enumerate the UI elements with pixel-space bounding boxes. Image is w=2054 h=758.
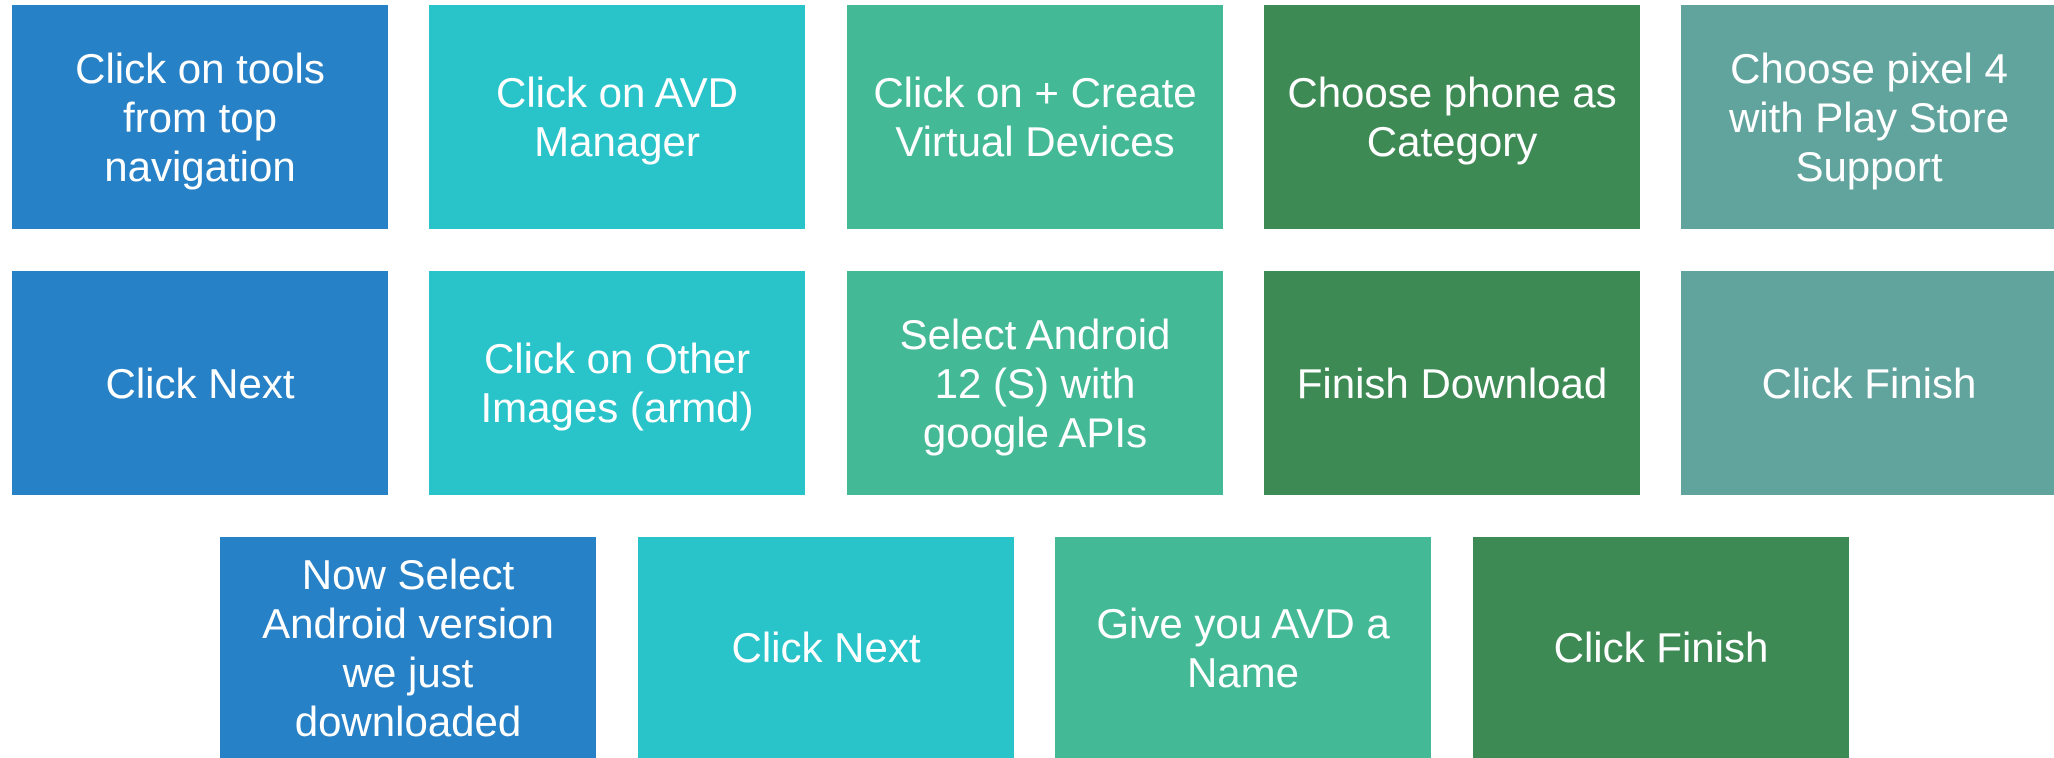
step-tile-1: Click on tools from top navigation — [12, 5, 388, 229]
step-label: Select Android 12 (S) with google APIs — [899, 310, 1171, 456]
step-tile-9: Finish Download — [1264, 271, 1640, 495]
step-label: Now Select Android version we just downl… — [262, 550, 554, 745]
step-tile-13: Give you AVD a Name — [1055, 537, 1431, 758]
step-tile-12: Click Next — [638, 537, 1014, 758]
step-tile-4: Choose phone as Category — [1264, 5, 1640, 229]
step-label: Click Finish — [1553, 624, 1769, 671]
step-tile-14: Click Finish — [1473, 537, 1849, 758]
step-tile-8: Select Android 12 (S) with google APIs — [847, 271, 1223, 495]
step-label: Finish Download — [1296, 359, 1608, 407]
step-label: Click Next — [731, 624, 921, 671]
step-tile-3: Click on + Create Virtual Devices — [847, 5, 1223, 229]
step-label: Click on tools from top navigation — [75, 44, 325, 190]
step-tile-2: Click on AVD Manager — [429, 5, 805, 229]
step-tile-5: Choose pixel 4 with Play Store Support — [1681, 5, 2054, 229]
step-label: Click Next — [105, 359, 295, 407]
step-label: Click on Other Images (armd) — [480, 335, 754, 431]
step-label: Click on + Create Virtual Devices — [873, 69, 1197, 165]
step-label: Click on AVD Manager — [496, 69, 738, 165]
step-label: Choose pixel 4 with Play Store Support — [1728, 44, 2010, 190]
step-tile-7: Click on Other Images (armd) — [429, 271, 805, 495]
step-label: Click Finish — [1761, 359, 1977, 407]
step-label: Give you AVD a Name — [1096, 599, 1390, 696]
step-tile-11: Now Select Android version we just downl… — [220, 537, 596, 758]
step-label: Choose phone as Category — [1287, 69, 1617, 165]
step-tile-10: Click Finish — [1681, 271, 2054, 495]
step-tile-6: Click Next — [12, 271, 388, 495]
